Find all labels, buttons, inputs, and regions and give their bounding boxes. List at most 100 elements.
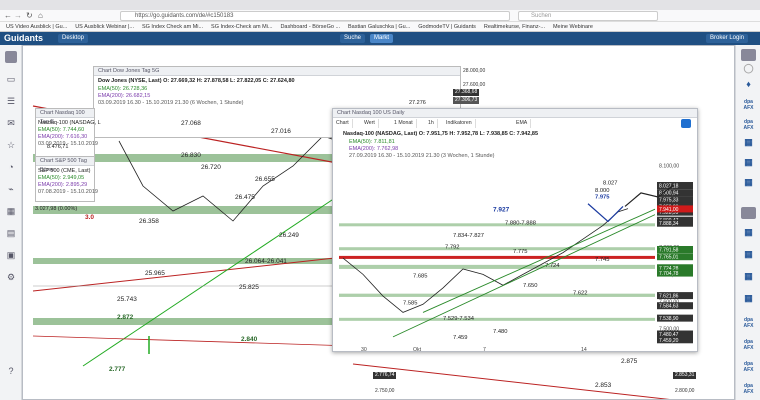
calendar-icon[interactable]: ▦ (741, 178, 756, 191)
bookmark-item[interactable]: Meine Webinare (553, 22, 593, 31)
document-icon[interactable]: ▤ (5, 227, 17, 239)
price-box-label: 7.621,86 (659, 294, 679, 300)
nasdaq-main-chart[interactable]: 8.100,008.000,007.900,007.800,007.700,00… (333, 109, 698, 352)
sp500-ema50: EMA(50): 2.949,05 (38, 175, 85, 181)
annotation-label: 7.975 (595, 195, 610, 201)
back-arrow-icon[interactable]: ← (4, 11, 12, 20)
bulb-icon[interactable]: ◯ (741, 64, 756, 77)
dpa-afx-icon[interactable]: dpa AFX (741, 119, 756, 131)
line-chart-icon[interactable]: ⌁ (5, 183, 17, 195)
table-icon[interactable]: ▦ (5, 205, 17, 217)
sp500-title[interactable]: Chart S&P 500 Tag Börse (36, 157, 94, 173)
dow-level-label: 26.358 (139, 218, 159, 225)
nasdaq-small-ema50: EMA(50): 7.744,60 (38, 127, 85, 133)
annotation-label: 7.622 (573, 291, 588, 297)
annotation-label: 7.459 (453, 335, 468, 341)
bookmark-item[interactable]: US Ausblick Webinar |... (75, 22, 134, 31)
bookmark-item[interactable]: Bastian Galuschka | Gu... (348, 22, 410, 31)
dpa-afx-icon[interactable]: dpa AFX (741, 383, 756, 395)
sp500-range: 07.08.2019 - 15.10.2019 (38, 189, 98, 195)
support-zone (339, 264, 655, 269)
dow-level-label: 27.068 (181, 120, 201, 127)
dpa-afx-icon[interactable]: dpa AFX (741, 317, 756, 329)
dow-level-label: 26.720 (201, 164, 221, 171)
avatar[interactable] (741, 49, 756, 61)
left-sidebar: ▭ ☰ ✉ ☆ ◔ ⌁ ▦ ▤ ▣ ⚙ ? (0, 45, 22, 400)
x-tick-label: 30 (361, 347, 367, 352)
nasdaq-small-ema200: EMA(200): 7.616,30 (38, 134, 88, 140)
calendar-icon[interactable]: ▦ (741, 272, 756, 285)
dow-level-label: 8.476,71 (47, 144, 69, 150)
dpa-afx-icon[interactable]: dpa AFX (741, 361, 756, 373)
dow-ema200: EMA(200): 26.682,15 (98, 93, 151, 99)
nasdaq-small-title[interactable]: Chart Nasdaq 100 Tag B (36, 109, 94, 125)
dow-level-label: 26.475 (235, 194, 255, 201)
dpa-afx-icon[interactable]: dpa AFX (741, 339, 756, 351)
broker-login-button[interactable]: Broker Login (706, 34, 749, 43)
bell-icon[interactable]: ♦ (741, 80, 756, 93)
gear-icon[interactable]: ⚙ (5, 271, 17, 283)
calendar-icon[interactable]: ▦ (741, 250, 756, 263)
avatar[interactable] (5, 51, 17, 63)
sp-level-label: 2.840 (241, 336, 258, 343)
price-box-label: 7.791,58 (659, 247, 679, 253)
dpa-afx-icon[interactable]: dpa AFX (741, 99, 756, 111)
desktop-button[interactable]: Desktop (58, 34, 89, 43)
search-button[interactable]: Suche (340, 34, 366, 43)
price-box-label: 7.704,78 (659, 271, 679, 277)
pie-chart-icon[interactable]: ◔ (5, 161, 17, 173)
dow-window-title[interactable]: Chart Dow Jones Tag 5G (94, 67, 460, 76)
nasdaq-small-window[interactable]: Chart Nasdaq 100 Tag B Nasdaq-100 (NASDA… (35, 108, 101, 158)
bookmarks-bar: US Video Ausblick | Gu... US Ausblick We… (0, 22, 760, 32)
sp-level-label: 2.872 (117, 314, 134, 321)
annotation-label: 7.880-7.888 (505, 220, 536, 226)
bookmark-item[interactable]: SG Index-Check am Mi... (211, 22, 272, 31)
price-box-label: 7.975,33 (659, 198, 679, 204)
browser-search-input[interactable]: Suchen (518, 11, 658, 21)
y-tick-label: 8.100,00 (659, 164, 679, 170)
star-icon[interactable]: ☆ (5, 139, 17, 151)
reload-icon[interactable]: ↻ (26, 11, 33, 20)
bookmark-item[interactable]: Realtimekurse, Finanz-... (484, 22, 545, 31)
x-tick-label: 7 (483, 347, 486, 352)
bookmark-item[interactable]: Dashboard - BörseGo ... (280, 22, 340, 31)
help-icon[interactable]: ? (5, 365, 17, 377)
forward-arrow-icon[interactable]: → (14, 11, 22, 20)
bookmark-item[interactable]: GodmodeTV | Guidants (418, 22, 476, 31)
sp-price-tick: 2.800,00 (673, 388, 697, 395)
bookmark-item[interactable]: SG Index Check am Mi... (142, 22, 203, 31)
sp-price-box: 2.776,74 (373, 372, 397, 379)
calendar-icon[interactable]: ▦ (741, 138, 756, 151)
calendar-icon[interactable]: ▦ (741, 158, 756, 171)
monitor-icon[interactable]: ▭ (5, 73, 17, 85)
avatar[interactable] (741, 207, 756, 219)
sp-price-box: 2.853,31 (673, 372, 697, 379)
annotation-label: 7.480 (493, 329, 508, 335)
url-bar[interactable]: https://go.guidants.com/de/#c150183 (120, 11, 510, 21)
nasdaq-small-header: Nasdaq-100 (NASDAG, L (38, 120, 101, 126)
support-zone (339, 293, 655, 297)
annotation-label: 8.027 (603, 181, 618, 187)
annotation-label: 7.650 (523, 283, 538, 289)
dow-level-label: 25.743 (117, 296, 137, 303)
dow-ema50: EMA(50): 26.728,36 (98, 86, 148, 92)
sp-price-tick: 2.750,00 (373, 388, 397, 395)
calendar-icon[interactable]: ▣ (5, 249, 17, 261)
calendar-icon[interactable]: ▦ (741, 228, 756, 241)
calendar-icon[interactable]: ▦ (741, 294, 756, 307)
market-button[interactable]: Markt (370, 34, 393, 43)
sp-level-label: 2.777 (109, 366, 126, 373)
support-zone (339, 223, 655, 227)
app-logo: Guidants (4, 33, 44, 43)
chat-icon[interactable]: ✉ (5, 117, 17, 129)
dow-level-label: 25.825 (239, 284, 259, 291)
sp500-ema200: EMA(200): 2.895,29 (38, 182, 88, 188)
nasdaq-main-window[interactable]: Chart Nasdaq 100 US Daily Chart Wert 1 M… (332, 108, 698, 352)
list-icon[interactable]: ☰ (5, 95, 17, 107)
sp500-window[interactable]: Chart S&P 500 Tag Börse S&P 500 (CME, La… (35, 156, 98, 202)
price-box-label: 7.888,34 (659, 221, 679, 227)
price-box-label: 7.459,20 (659, 338, 679, 344)
bookmark-item[interactable]: US Video Ausblick | Gu... (6, 22, 67, 31)
home-icon[interactable]: ⌂ (38, 11, 43, 20)
browser-tab-bar (0, 0, 760, 10)
